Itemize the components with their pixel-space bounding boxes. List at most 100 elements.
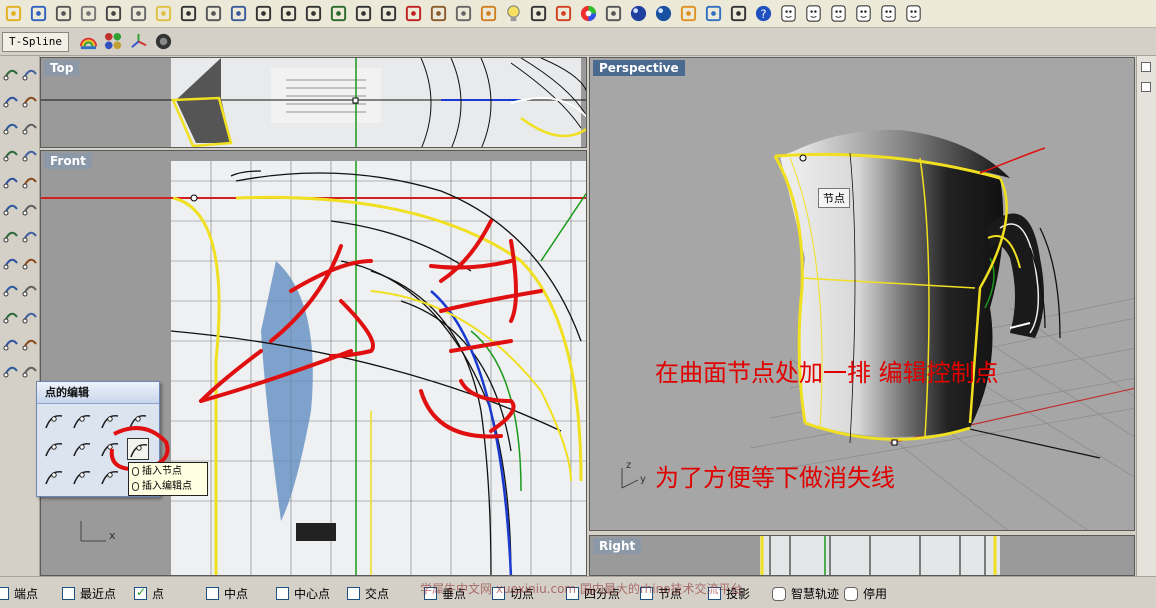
shaded-icon[interactable] bbox=[627, 2, 650, 25]
render-sphere-icon[interactable] bbox=[652, 2, 675, 25]
color-wheel-icon[interactable] bbox=[577, 2, 600, 25]
circle-icon[interactable] bbox=[2, 118, 20, 136]
face-5-icon[interactable] bbox=[877, 2, 900, 25]
point-icon[interactable] bbox=[2, 64, 20, 82]
loft-icon[interactable] bbox=[21, 172, 39, 190]
osnap-checkbox[interactable] bbox=[347, 587, 360, 600]
boolean-icon[interactable] bbox=[21, 280, 39, 298]
osnap-checkbox[interactable] bbox=[62, 587, 75, 600]
wireframe-icon[interactable] bbox=[602, 2, 625, 25]
rainbow-analysis-icon[interactable] bbox=[77, 30, 100, 53]
toolbar-layout-icon[interactable] bbox=[727, 2, 750, 25]
import-icon[interactable] bbox=[77, 2, 100, 25]
axis-gizmo-icon[interactable] bbox=[127, 30, 150, 53]
fillet-icon[interactable] bbox=[21, 145, 39, 163]
osnap-option[interactable]: 中点 bbox=[206, 585, 248, 602]
car-icon[interactable] bbox=[402, 2, 425, 25]
copy-icon[interactable] bbox=[127, 2, 150, 25]
osnap-checkbox[interactable] bbox=[206, 587, 219, 600]
osnap-option[interactable]: 交点 bbox=[347, 585, 389, 602]
viewport-title-right[interactable]: Right bbox=[593, 538, 642, 554]
osnap-icon[interactable] bbox=[477, 2, 500, 25]
right-viewport[interactable]: Right bbox=[589, 535, 1135, 576]
print-icon[interactable] bbox=[52, 2, 75, 25]
rotate-icon[interactable] bbox=[352, 2, 375, 25]
viewport-title-front[interactable]: Front bbox=[44, 153, 92, 169]
osnap-option[interactable]: 中心点 bbox=[276, 585, 330, 602]
array-icon[interactable] bbox=[21, 334, 39, 352]
cylinder-icon[interactable] bbox=[2, 226, 20, 244]
line-point-icon[interactable] bbox=[43, 466, 65, 488]
curve-point-icon[interactable] bbox=[71, 466, 93, 488]
light-bulb-icon[interactable] bbox=[502, 2, 525, 25]
point-cloud-icon[interactable] bbox=[21, 64, 39, 82]
face-2-icon[interactable] bbox=[802, 2, 825, 25]
zoom-icon[interactable] bbox=[252, 2, 275, 25]
face-4-icon[interactable] bbox=[852, 2, 875, 25]
settings-gear-icon[interactable] bbox=[702, 2, 725, 25]
zoom-extents-icon[interactable] bbox=[302, 2, 325, 25]
osnap-checkbox[interactable] bbox=[276, 587, 289, 600]
osnap-checkbox[interactable] bbox=[844, 586, 858, 601]
material-balls-icon[interactable] bbox=[102, 30, 125, 53]
knot-curve-icon[interactable] bbox=[71, 410, 93, 432]
undo-icon[interactable] bbox=[177, 2, 200, 25]
set-view-icon[interactable] bbox=[452, 2, 475, 25]
pen-icon[interactable] bbox=[677, 2, 700, 25]
curve-icon[interactable] bbox=[21, 91, 39, 109]
sweep-icon[interactable] bbox=[21, 253, 39, 271]
osnap-option[interactable]: 端点 bbox=[0, 585, 38, 602]
top-viewport[interactable]: Top bbox=[40, 57, 587, 148]
osnap-checkbox[interactable] bbox=[0, 587, 9, 600]
front-viewport[interactable]: Front x bbox=[40, 150, 587, 576]
render-icon[interactable] bbox=[21, 307, 39, 325]
zoom-selected-icon[interactable] bbox=[327, 2, 350, 25]
hide-points-icon[interactable] bbox=[71, 438, 93, 460]
face-3-icon[interactable] bbox=[827, 2, 850, 25]
grid-viewports-icon[interactable] bbox=[377, 2, 400, 25]
osnap-option[interactable]: 智慧轨迹 bbox=[772, 585, 839, 602]
save-icon[interactable] bbox=[27, 2, 50, 25]
tspline-toolbar-label[interactable]: T-Spline bbox=[2, 31, 69, 52]
osnap-checkbox[interactable] bbox=[134, 585, 147, 600]
edit-point-curve-icon[interactable] bbox=[43, 410, 65, 432]
mesh-icon[interactable] bbox=[2, 253, 20, 271]
control-point-on-icon[interactable] bbox=[43, 438, 65, 460]
panel-checkbox-2[interactable] bbox=[1141, 82, 1151, 92]
paste-icon[interactable] bbox=[152, 2, 175, 25]
transform-icon[interactable] bbox=[2, 280, 20, 298]
cplane-icon[interactable] bbox=[427, 2, 450, 25]
dimension-icon[interactable] bbox=[2, 334, 20, 352]
sphere-icon[interactable] bbox=[21, 199, 39, 217]
face-6-icon[interactable] bbox=[902, 2, 925, 25]
tooltip-line-2: 插入编辑点 bbox=[142, 481, 192, 492]
analyze-icon[interactable] bbox=[2, 307, 20, 325]
rotate-view-icon[interactable] bbox=[227, 2, 250, 25]
osnap-option[interactable]: 最近点 bbox=[62, 585, 116, 602]
help-icon[interactable]: ? bbox=[752, 2, 775, 25]
panel-checkbox[interactable] bbox=[1141, 62, 1151, 72]
layout-icon[interactable] bbox=[21, 361, 39, 379]
osnap-option[interactable]: 停用 bbox=[844, 585, 887, 602]
box-icon[interactable] bbox=[2, 199, 20, 217]
right-panel-strip[interactable] bbox=[1136, 56, 1156, 576]
arc-icon[interactable] bbox=[21, 118, 39, 136]
osnap-option[interactable]: 点 bbox=[134, 585, 164, 602]
camera-lens-icon[interactable] bbox=[152, 30, 175, 53]
lock-icon[interactable] bbox=[527, 2, 550, 25]
polyline-icon[interactable] bbox=[2, 91, 20, 109]
osnap-checkbox[interactable] bbox=[772, 586, 786, 601]
pan-hand-icon[interactable] bbox=[202, 2, 225, 25]
text-icon[interactable] bbox=[2, 361, 20, 379]
open-file-icon[interactable] bbox=[2, 2, 25, 25]
zoom-window-icon[interactable] bbox=[277, 2, 300, 25]
annotation-vanishing-line: 为了方便等下做消失线 bbox=[655, 464, 895, 492]
viewport-title-top[interactable]: Top bbox=[44, 60, 80, 76]
surface-icon[interactable] bbox=[2, 172, 20, 190]
viewport-title-perspective[interactable]: Perspective bbox=[593, 60, 685, 76]
rectangle-icon[interactable] bbox=[2, 145, 20, 163]
face-1-icon[interactable] bbox=[777, 2, 800, 25]
cut-icon[interactable] bbox=[102, 2, 125, 25]
extrude-icon[interactable] bbox=[21, 226, 39, 244]
layer-icon[interactable] bbox=[552, 2, 575, 25]
